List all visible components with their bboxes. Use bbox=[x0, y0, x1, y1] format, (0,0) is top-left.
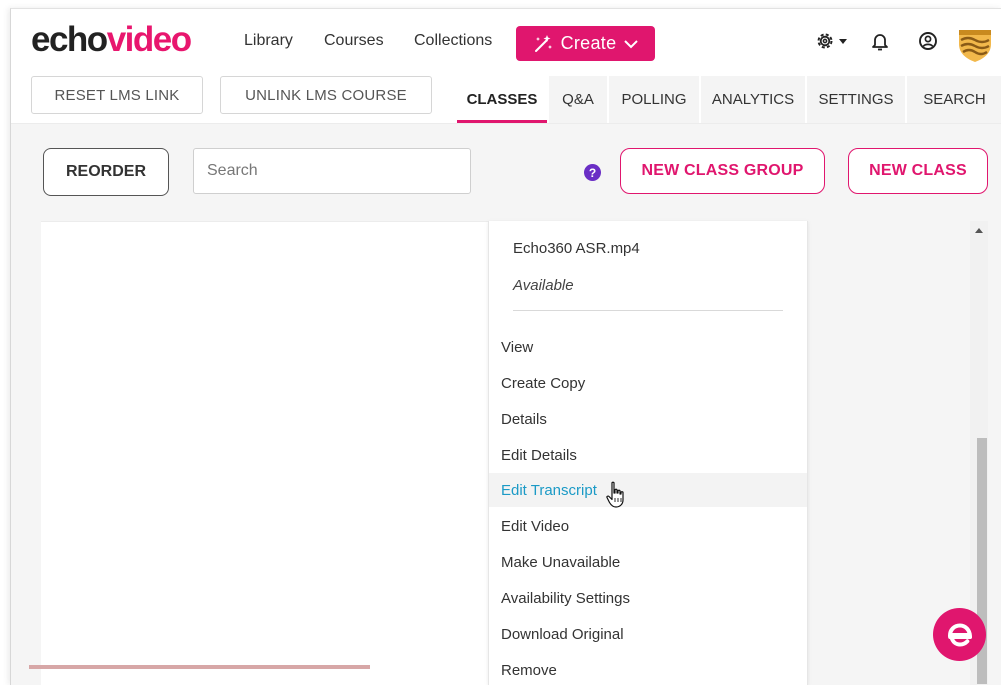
menu-item-availability-settings[interactable]: Availability Settings bbox=[489, 581, 807, 615]
nav-link-library[interactable]: Library bbox=[244, 32, 293, 50]
menu-item-view[interactable]: View bbox=[489, 330, 807, 364]
echovideo-logo[interactable]: echovideo bbox=[31, 20, 192, 60]
institution-logo-icon bbox=[959, 30, 991, 62]
user-profile-button[interactable] bbox=[917, 30, 939, 52]
settings-menu[interactable] bbox=[813, 30, 849, 52]
notifications-button[interactable] bbox=[869, 30, 891, 52]
tab-qa[interactable]: Q&A bbox=[549, 76, 607, 123]
menu-item-create-copy[interactable]: Create Copy bbox=[489, 366, 807, 400]
app-window: echovideo Library Courses Collections Cr… bbox=[10, 8, 1001, 685]
menu-item-remove[interactable]: Remove bbox=[489, 653, 807, 685]
menu-item-download-original[interactable]: Download Original bbox=[489, 617, 807, 651]
menu-item-edit-details[interactable]: Edit Details bbox=[489, 438, 807, 472]
search-input[interactable] bbox=[193, 148, 471, 194]
help-icon[interactable]: ? bbox=[584, 164, 601, 181]
menu-item-make-unavailable[interactable]: Make Unavailable bbox=[489, 545, 807, 579]
create-button-label: Create bbox=[560, 33, 617, 53]
media-availability-status: Available bbox=[513, 277, 574, 294]
menu-item-details[interactable]: Details bbox=[489, 402, 807, 436]
tab-classes[interactable]: CLASSES bbox=[457, 76, 547, 123]
echo-e-icon bbox=[947, 622, 972, 647]
new-class-button[interactable]: NEW CLASS bbox=[848, 148, 988, 194]
tab-search[interactable]: SEARCH bbox=[907, 76, 1001, 123]
media-context-menu: Echo360 ASR.mp4 Available View Create Co… bbox=[488, 221, 808, 685]
echo-help-fab[interactable] bbox=[933, 608, 986, 661]
reorder-button[interactable]: REORDER bbox=[43, 148, 169, 196]
top-navigation: echovideo Library Courses Collections Cr… bbox=[11, 9, 1001, 73]
partially-hidden-row bbox=[29, 665, 370, 669]
settings-gear-icon bbox=[817, 33, 832, 49]
hand-pointer-cursor-icon bbox=[606, 481, 624, 508]
new-class-group-button[interactable]: NEW CLASS GROUP bbox=[620, 148, 825, 194]
user-profile-icon bbox=[919, 32, 937, 50]
create-button[interactable]: Create bbox=[516, 26, 655, 61]
nav-link-courses[interactable]: Courses bbox=[324, 32, 384, 50]
reset-lms-link-button[interactable]: RESET LMS LINK bbox=[31, 76, 203, 114]
tab-settings[interactable]: SETTINGS bbox=[807, 76, 905, 123]
magic-wand-icon bbox=[534, 34, 552, 52]
nav-link-collections[interactable]: Collections bbox=[414, 32, 492, 50]
menu-item-edit-video[interactable]: Edit Video bbox=[489, 509, 807, 543]
bell-icon bbox=[872, 34, 888, 51]
tab-analytics[interactable]: ANALYTICS bbox=[701, 76, 805, 123]
unlink-lms-course-button[interactable]: UNLINK LMS COURSE bbox=[220, 76, 432, 114]
menu-item-edit-transcript[interactable]: Edit Transcript bbox=[489, 473, 807, 507]
caret-down-icon bbox=[838, 39, 847, 44]
menu-divider bbox=[513, 310, 783, 311]
chevron-down-icon bbox=[624, 39, 639, 48]
scroll-up-arrow-icon[interactable] bbox=[975, 228, 983, 233]
media-file-name: Echo360 ASR.mp4 bbox=[513, 240, 640, 257]
institution-logo[interactable] bbox=[955, 24, 995, 64]
tab-polling[interactable]: POLLING bbox=[609, 76, 699, 123]
